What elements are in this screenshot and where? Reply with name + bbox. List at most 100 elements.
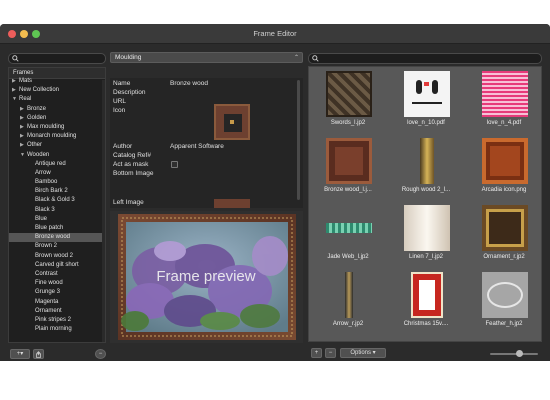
image-tile[interactable]: Arcadia icon.png	[465, 134, 543, 197]
tree-item-label: Real	[19, 96, 32, 103]
add-frame-button[interactable]: +▾	[10, 349, 30, 359]
image-tile[interactable]: Bronze wood_l.j...	[309, 134, 387, 197]
image-thumbnail	[326, 71, 372, 117]
disclosure-closed-icon[interactable]: ▶	[20, 141, 27, 150]
disclosure-open-icon[interactable]: ▼	[12, 95, 19, 104]
tree-item[interactable]: Plain morning	[9, 325, 105, 334]
tree-item[interactable]: Bronze wood	[9, 233, 105, 243]
image-caption: Swords_l.jp2	[330, 120, 366, 126]
image-caption: Arrow_r.jp2	[332, 321, 364, 327]
tree-item[interactable]: ▼ Real	[9, 95, 105, 104]
tree-item[interactable]: Brown wood 2	[9, 252, 105, 261]
tree-item[interactable]: Grunge 3	[9, 288, 105, 297]
left-image-well[interactable]	[214, 199, 250, 208]
tree-item[interactable]: ▶ Other	[9, 141, 105, 150]
image-caption: Arcadia icon.png	[481, 187, 527, 193]
tree-item[interactable]: Arrow	[9, 169, 105, 178]
image-thumbnail	[326, 205, 372, 251]
remove-frame-button[interactable]: −	[95, 349, 106, 359]
tree-item-label: Mats	[19, 78, 33, 84]
images-search-input[interactable]	[308, 53, 542, 64]
slider-knob[interactable]	[516, 350, 523, 357]
properties-panel: Name Bronze wood Description URL Icon Au…	[110, 78, 303, 208]
tree-item-label: Brown 2	[35, 243, 58, 250]
tree-item[interactable]: Magenta	[9, 298, 105, 307]
act-as-mask-checkbox[interactable]	[171, 161, 178, 168]
tree-item-label: Antique red	[35, 160, 66, 167]
tree-item[interactable]: ▶ Max moulding	[9, 123, 105, 132]
name-value[interactable]: Bronze wood	[170, 80, 208, 87]
tree-item-label: Bronze wood	[35, 234, 71, 241]
disclosure-closed-icon[interactable]: ▶	[12, 86, 19, 95]
disclosure-closed-icon[interactable]: ▶	[20, 123, 27, 132]
image-tile[interactable]: Swords_l.jp2	[309, 67, 387, 130]
thumbnail-size-slider[interactable]	[490, 350, 538, 357]
properties-scrollbar[interactable]	[297, 80, 300, 200]
image-tile[interactable]: Arrow_r.jp2	[309, 268, 387, 331]
tree-item[interactable]: ▶ Mats	[9, 77, 105, 86]
tree-item[interactable]: Black 3	[9, 206, 105, 215]
tree-item[interactable]: Black & Gold 3	[9, 196, 105, 205]
image-thumbnail	[404, 272, 450, 318]
tree-item[interactable]: ▶ New Collection	[9, 86, 105, 95]
image-caption: Christmas 15v....	[403, 321, 449, 327]
tree-item[interactable]: Fine wood	[9, 279, 105, 288]
tree-item[interactable]: Blue	[9, 215, 105, 224]
tree-item-label: Pink stripes 2	[35, 316, 72, 323]
options-button[interactable]: Options ▾	[340, 348, 386, 358]
select-caret-icon: ⌃	[293, 55, 299, 61]
add-image-button[interactable]: +	[311, 348, 322, 358]
type-select-value: Moulding	[115, 54, 142, 61]
tree-item[interactable]: Carved gilt short	[9, 261, 105, 270]
frames-search-input[interactable]	[8, 53, 106, 64]
disclosure-closed-icon[interactable]: ▶	[20, 105, 27, 114]
tree-item[interactable]: ▶ Golden	[9, 114, 105, 123]
image-tile[interactable]: Feather_h.jp2	[465, 268, 543, 331]
tree-item-label: Black 3	[35, 206, 55, 213]
export-button[interactable]	[33, 349, 44, 359]
tree-item[interactable]: Contrast	[9, 270, 105, 279]
tree-item[interactable]: Brown 2	[9, 242, 105, 251]
image-tile[interactable]: Ornament_r.jp2	[465, 201, 543, 264]
frames-tree: ▶ Mats ▶ New Collection ▼ Real ▶ Bronze ▶ Golden ▶…	[9, 77, 105, 339]
tree-item[interactable]: ▶ Monarch moulding	[9, 132, 105, 141]
tree-item-label: Golden	[27, 114, 47, 121]
tree-item[interactable]: ▼ Wooden	[9, 151, 105, 160]
image-tile[interactable]: Rough wood 2_l...	[387, 134, 465, 197]
tree-item-label: Fine wood	[35, 280, 63, 287]
image-tile[interactable]: Linen 7_l.jp2	[387, 201, 465, 264]
sidebar-scrollbar[interactable]	[102, 80, 105, 342]
options-caret-icon: ▾	[372, 350, 376, 356]
image-tile[interactable]: Christmas 15v....	[387, 268, 465, 331]
image-thumbnail	[404, 205, 450, 251]
tree-item-label: Blue patch	[35, 225, 64, 231]
image-caption: Ornament_r.jp2	[483, 254, 525, 260]
image-tile[interactable]: love_n_4.pdf	[465, 67, 543, 130]
image-thumbnail	[482, 272, 528, 318]
frame-icon-ornament	[230, 120, 234, 124]
image-tile[interactable]: Jade Web_l.jp2	[309, 201, 387, 264]
image-caption: Linen 7_l.jp2	[408, 254, 444, 260]
disclosure-open-icon[interactable]: ▼	[20, 151, 27, 160]
tree-item[interactable]: Antique red	[9, 160, 105, 169]
author-value[interactable]: Apparent Software	[170, 143, 224, 150]
tree-item[interactable]: Bamboo	[9, 178, 105, 187]
tree-item-label: Other	[27, 142, 43, 149]
tree-item[interactable]: Ornament	[9, 307, 105, 316]
tree-item[interactable]: Blue patch	[9, 224, 105, 233]
image-tile[interactable]: love_n_10.pdf	[387, 67, 465, 130]
image-thumbnail	[404, 138, 450, 184]
image-caption: love_n_4.pdf	[486, 120, 522, 126]
disclosure-closed-icon[interactable]: ▶	[12, 77, 19, 86]
remove-image-button[interactable]: −	[325, 348, 336, 358]
disclosure-closed-icon[interactable]: ▶	[20, 114, 27, 123]
type-select[interactable]: Moulding ⌃	[110, 52, 303, 63]
disclosure-closed-icon[interactable]: ▶	[20, 132, 27, 141]
tree-item[interactable]: Pink stripes 2	[9, 316, 105, 325]
options-label: Options	[350, 350, 371, 356]
frame-icon-well[interactable]	[214, 104, 250, 140]
remove-label: −	[328, 350, 333, 356]
tree-item[interactable]: ▶ Bronze	[9, 105, 105, 114]
tree-item[interactable]: Birch Bark 2	[9, 187, 105, 196]
share-icon	[36, 351, 41, 358]
